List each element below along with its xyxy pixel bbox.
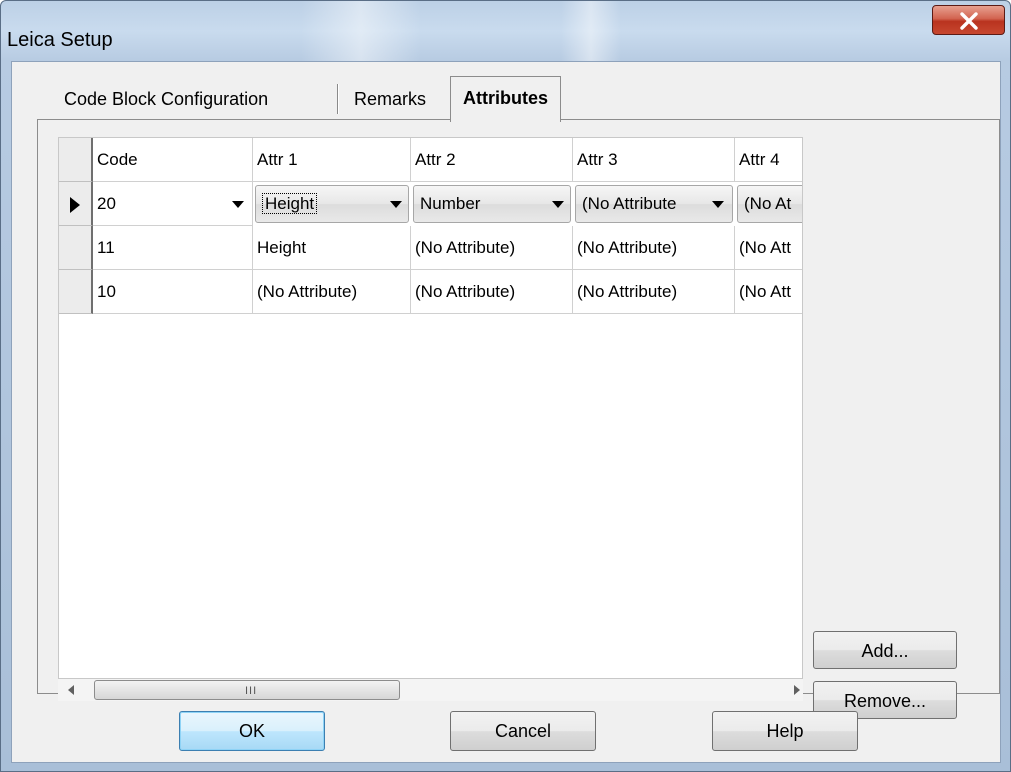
table-row[interactable]: 10 (No Attribute) (No Attribute) (No Att… xyxy=(59,270,802,314)
attr3-cell[interactable]: (No Attribute) xyxy=(573,270,735,314)
title-bar[interactable]: Leica Setup xyxy=(1,1,1010,61)
scrollbar-grip: III xyxy=(245,685,258,697)
ok-button[interactable]: OK xyxy=(179,711,325,751)
dialog-window: Leica Setup Code Block Configuration Rem… xyxy=(0,0,1011,772)
remove-button-label: Remove... xyxy=(843,691,927,711)
scroll-right-arrow-icon[interactable] xyxy=(794,685,800,695)
column-header-attr3[interactable]: Attr 3 xyxy=(573,138,735,182)
row-selector[interactable] xyxy=(59,270,93,314)
attr1-combo[interactable]: Height xyxy=(255,185,409,223)
scroll-left-arrow-icon[interactable] xyxy=(68,685,74,695)
grid-header-row: Code Attr 1 Attr 2 Attr 3 Attr 4 xyxy=(59,138,802,182)
attr3-value: (No Attribute xyxy=(582,194,677,213)
close-button[interactable] xyxy=(932,5,1005,35)
attr3-combo[interactable]: (No Attribute xyxy=(575,185,733,223)
attr4-value: (No At xyxy=(744,194,792,213)
attr2-cell[interactable]: (No Attribute) xyxy=(411,226,573,270)
chevron-down-icon[interactable] xyxy=(552,201,564,208)
tab-separator xyxy=(337,84,339,114)
dialog-client-area: Code Block Configuration Remarks Attribu… xyxy=(11,61,1001,763)
attr4-cell[interactable]: (No Att xyxy=(735,270,802,314)
code-cell[interactable]: 11 xyxy=(93,226,253,270)
attr3-cell[interactable]: (No Attribute) xyxy=(573,226,735,270)
row-selector[interactable] xyxy=(59,226,93,270)
tab-label: Attributes xyxy=(463,88,548,108)
title-glass-highlight xyxy=(561,1,621,61)
code-value: 20 xyxy=(97,194,116,213)
code-combo[interactable]: 20 xyxy=(93,182,253,226)
attr1-value: Height xyxy=(262,193,318,214)
attr1-cell[interactable]: Height xyxy=(253,226,411,270)
title-glass-highlight xyxy=(301,1,421,61)
attr1-cell[interactable]: (No Attribute) xyxy=(253,270,411,314)
header-corner xyxy=(59,138,93,182)
tab-code-block-configuration[interactable]: Code Block Configuration xyxy=(52,80,280,118)
attributes-grid[interactable]: Code Attr 1 Attr 2 Attr 3 Attr 4 20 Heig… xyxy=(58,137,803,679)
code-cell[interactable]: 10 xyxy=(93,270,253,314)
column-header-attr4[interactable]: Attr 4 xyxy=(735,138,802,182)
attr4-cell[interactable]: (No Att xyxy=(735,226,802,270)
close-icon xyxy=(960,12,978,30)
attr2-cell[interactable]: (No Attribute) xyxy=(411,270,573,314)
chevron-down-icon[interactable] xyxy=(232,201,244,208)
attributes-tab-panel: Code Attr 1 Attr 2 Attr 3 Attr 4 20 Heig… xyxy=(37,119,1000,719)
tab-label: Code Block Configuration xyxy=(64,89,269,109)
help-button-label: Help xyxy=(766,721,804,741)
table-row[interactable]: 11 Height (No Attribute) (No Attribute) … xyxy=(59,226,802,270)
add-button-label: Add... xyxy=(861,641,909,661)
attr2-value: Number xyxy=(420,194,481,213)
tab-remarks[interactable]: Remarks xyxy=(342,80,438,118)
tab-label: Remarks xyxy=(354,89,427,109)
add-button[interactable]: Add... xyxy=(813,631,957,669)
table-row[interactable]: 20 Height Number (No Attribute (No At xyxy=(59,182,802,226)
chevron-down-icon[interactable] xyxy=(712,201,724,208)
scrollbar-thumb[interactable]: III xyxy=(94,680,400,700)
help-button[interactable]: Help xyxy=(712,711,858,751)
row-selector-current[interactable] xyxy=(59,182,93,226)
window-title: Leica Setup xyxy=(7,29,113,51)
attr4-combo[interactable]: (No At xyxy=(737,185,802,223)
attr2-combo[interactable]: Number xyxy=(413,185,571,223)
cancel-button[interactable]: Cancel xyxy=(450,711,596,751)
chevron-down-icon[interactable] xyxy=(390,201,402,208)
horizontal-scrollbar[interactable]: III xyxy=(58,679,803,701)
column-header-attr2[interactable]: Attr 2 xyxy=(411,138,573,182)
column-header-attr1[interactable]: Attr 1 xyxy=(253,138,411,182)
ok-button-label: OK xyxy=(238,721,265,741)
cancel-button-label: Cancel xyxy=(494,721,552,741)
tab-attributes[interactable]: Attributes xyxy=(450,76,561,122)
column-header-code[interactable]: Code xyxy=(93,138,253,182)
